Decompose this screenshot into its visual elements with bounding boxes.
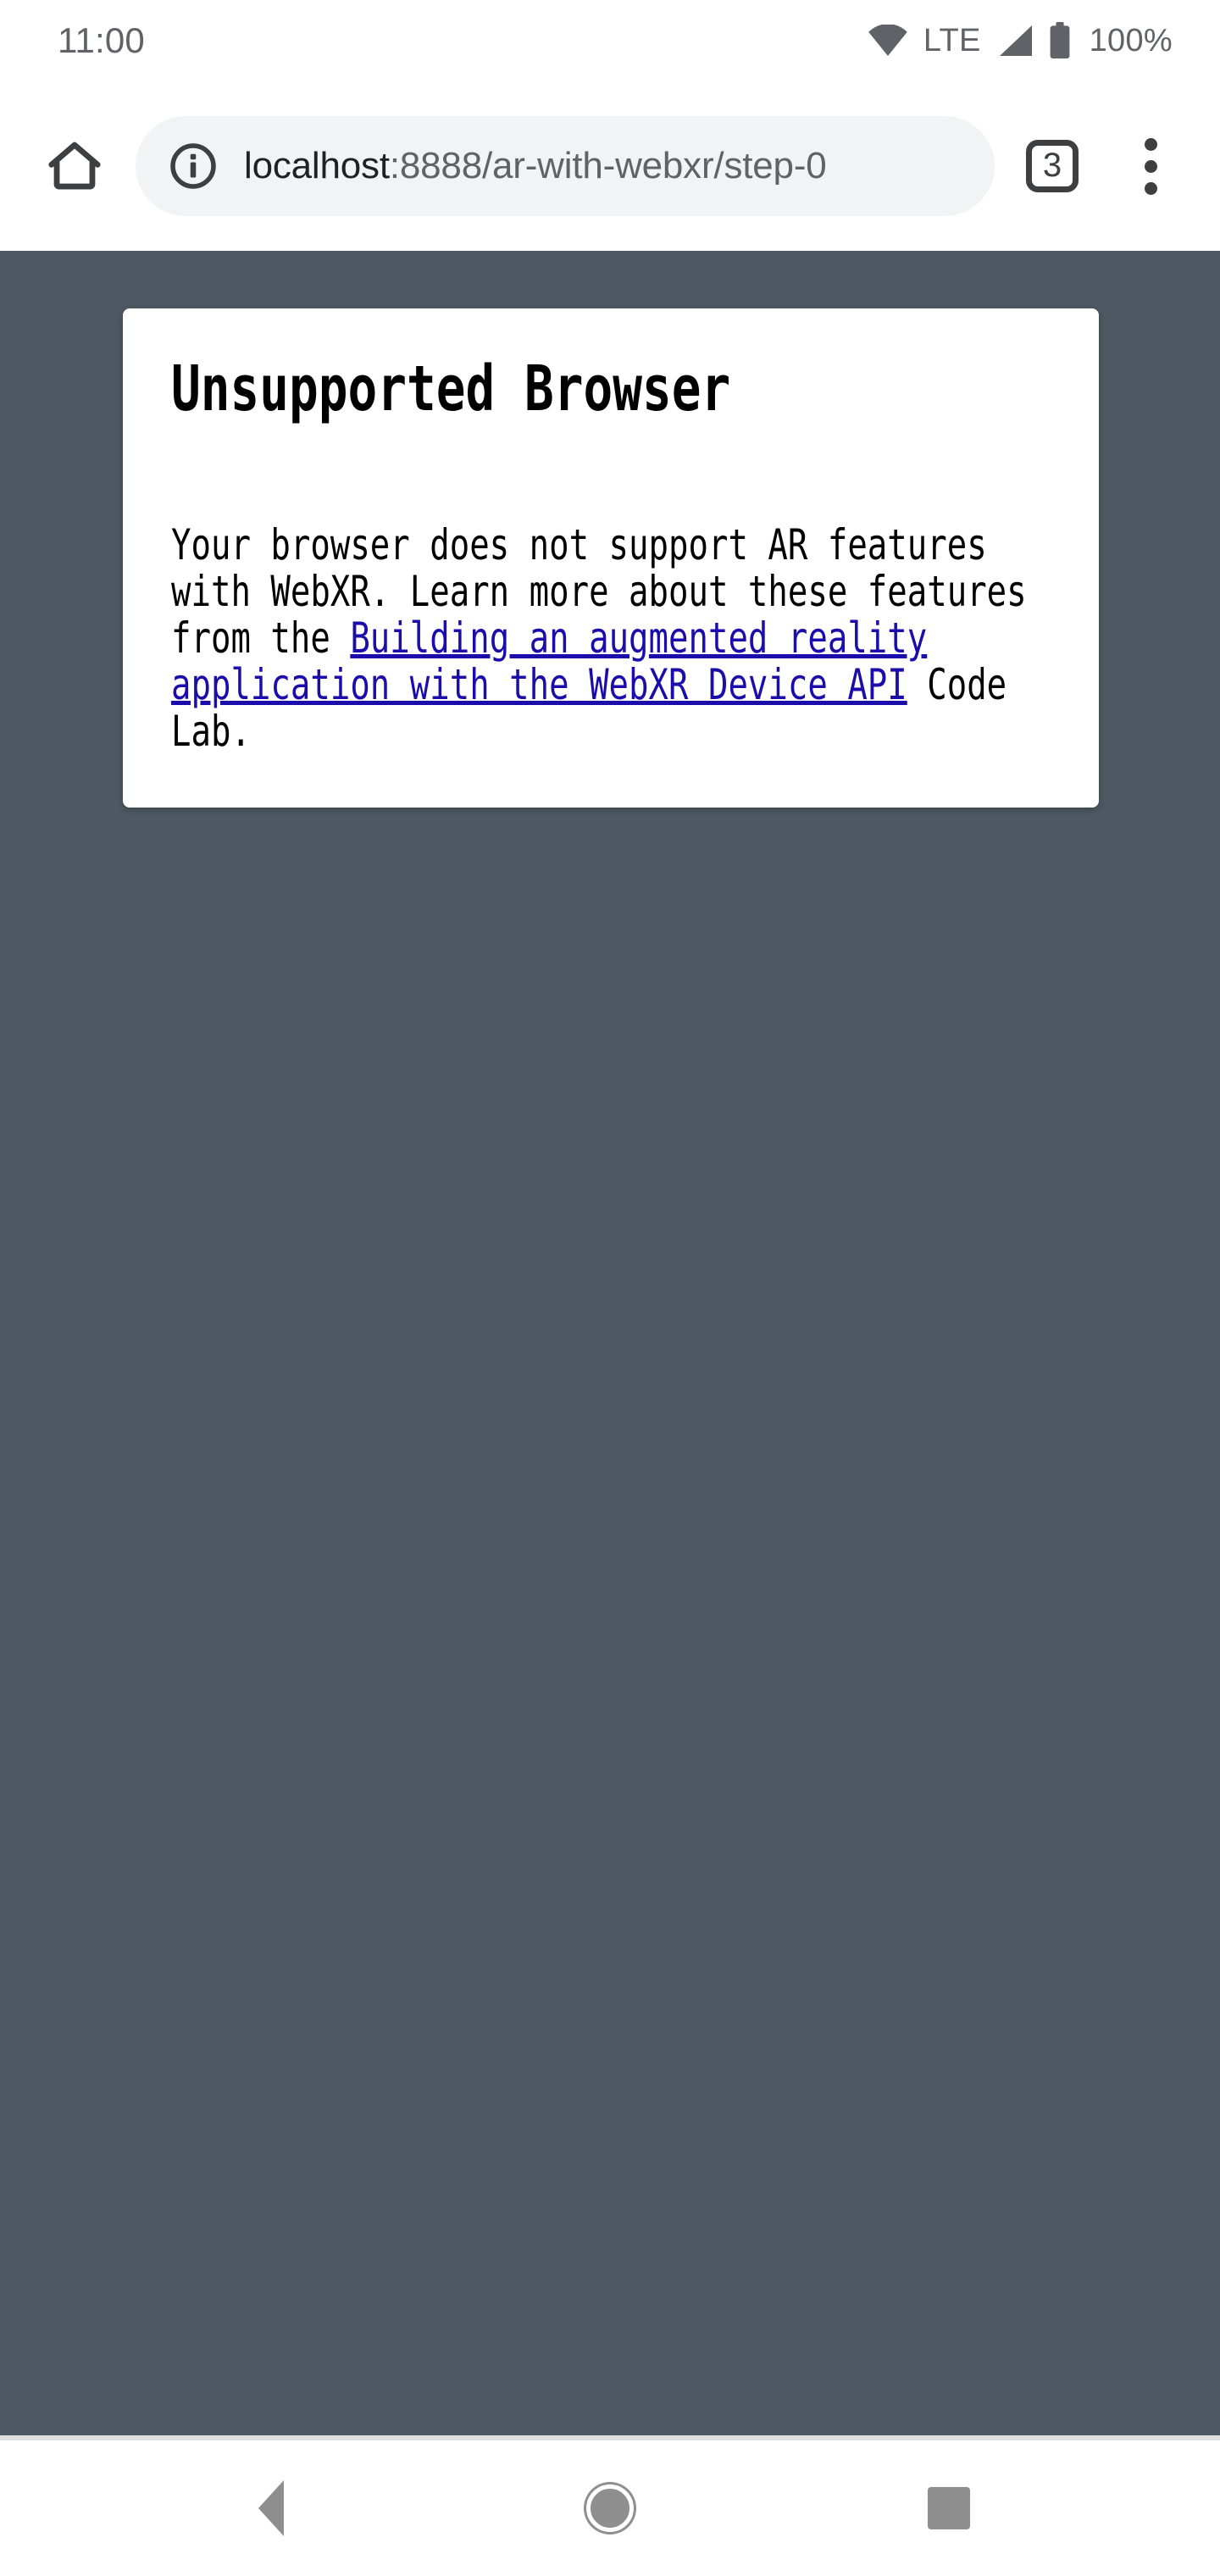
overflow-menu-button[interactable]: [1106, 122, 1195, 210]
page-info-icon[interactable]: [168, 141, 219, 192]
overflow-menu-icon-dot-2: [1144, 159, 1157, 173]
back-triangle-icon: [258, 2480, 284, 2536]
browser-toolbar: localhost:8888/ar-with-webxr/step-0 3: [0, 81, 1220, 251]
cell-signal-icon: [996, 24, 1034, 58]
wifi-icon: [868, 25, 908, 57]
unsupported-browser-card: Unsupported Browser Your browser does no…: [123, 308, 1099, 808]
android-navigation-bar: [0, 2440, 1220, 2576]
battery-full-icon: [1049, 22, 1071, 59]
network-type-label: LTE: [923, 23, 981, 58]
back-button[interactable]: [208, 2445, 335, 2572]
page-title: Unsupported Browser: [171, 353, 731, 425]
status-bar-indicators: LTE 100%: [868, 22, 1173, 59]
tab-count-label: 3: [1042, 147, 1062, 184]
url-path: :8888/ar-with-webxr/step-0: [389, 147, 827, 185]
address-bar[interactable]: localhost:8888/ar-with-webxr/step-0: [136, 116, 995, 216]
address-bar-url: localhost:8888/ar-with-webxr/step-0: [244, 147, 827, 185]
tab-switcher-button[interactable]: 3: [1008, 122, 1096, 210]
recents-square-icon: [928, 2487, 970, 2529]
status-bar: 11:00 LTE 100%: [0, 0, 1220, 81]
battery-percent-label: 100%: [1089, 23, 1173, 58]
tab-counter-box: 3: [1026, 140, 1079, 192]
page-viewport: Unsupported Browser Your browser does no…: [0, 251, 1220, 2435]
home-button[interactable]: [30, 122, 119, 210]
recents-button[interactable]: [885, 2445, 1012, 2572]
home-icon: [46, 137, 103, 195]
status-bar-clock: 11:00: [58, 20, 145, 60]
phone-screen: 11:00 LTE 100% localhost:8888/ar-with-we…: [0, 0, 1220, 2576]
home-circle-icon: [586, 2484, 634, 2532]
url-host: localhost: [244, 147, 390, 185]
home-button-nav[interactable]: [546, 2445, 674, 2572]
overflow-menu-icon-dot-1: [1144, 137, 1157, 151]
overflow-menu-icon-dot-3: [1144, 181, 1157, 195]
page-description: Your browser does not support AR feature…: [171, 522, 1051, 755]
